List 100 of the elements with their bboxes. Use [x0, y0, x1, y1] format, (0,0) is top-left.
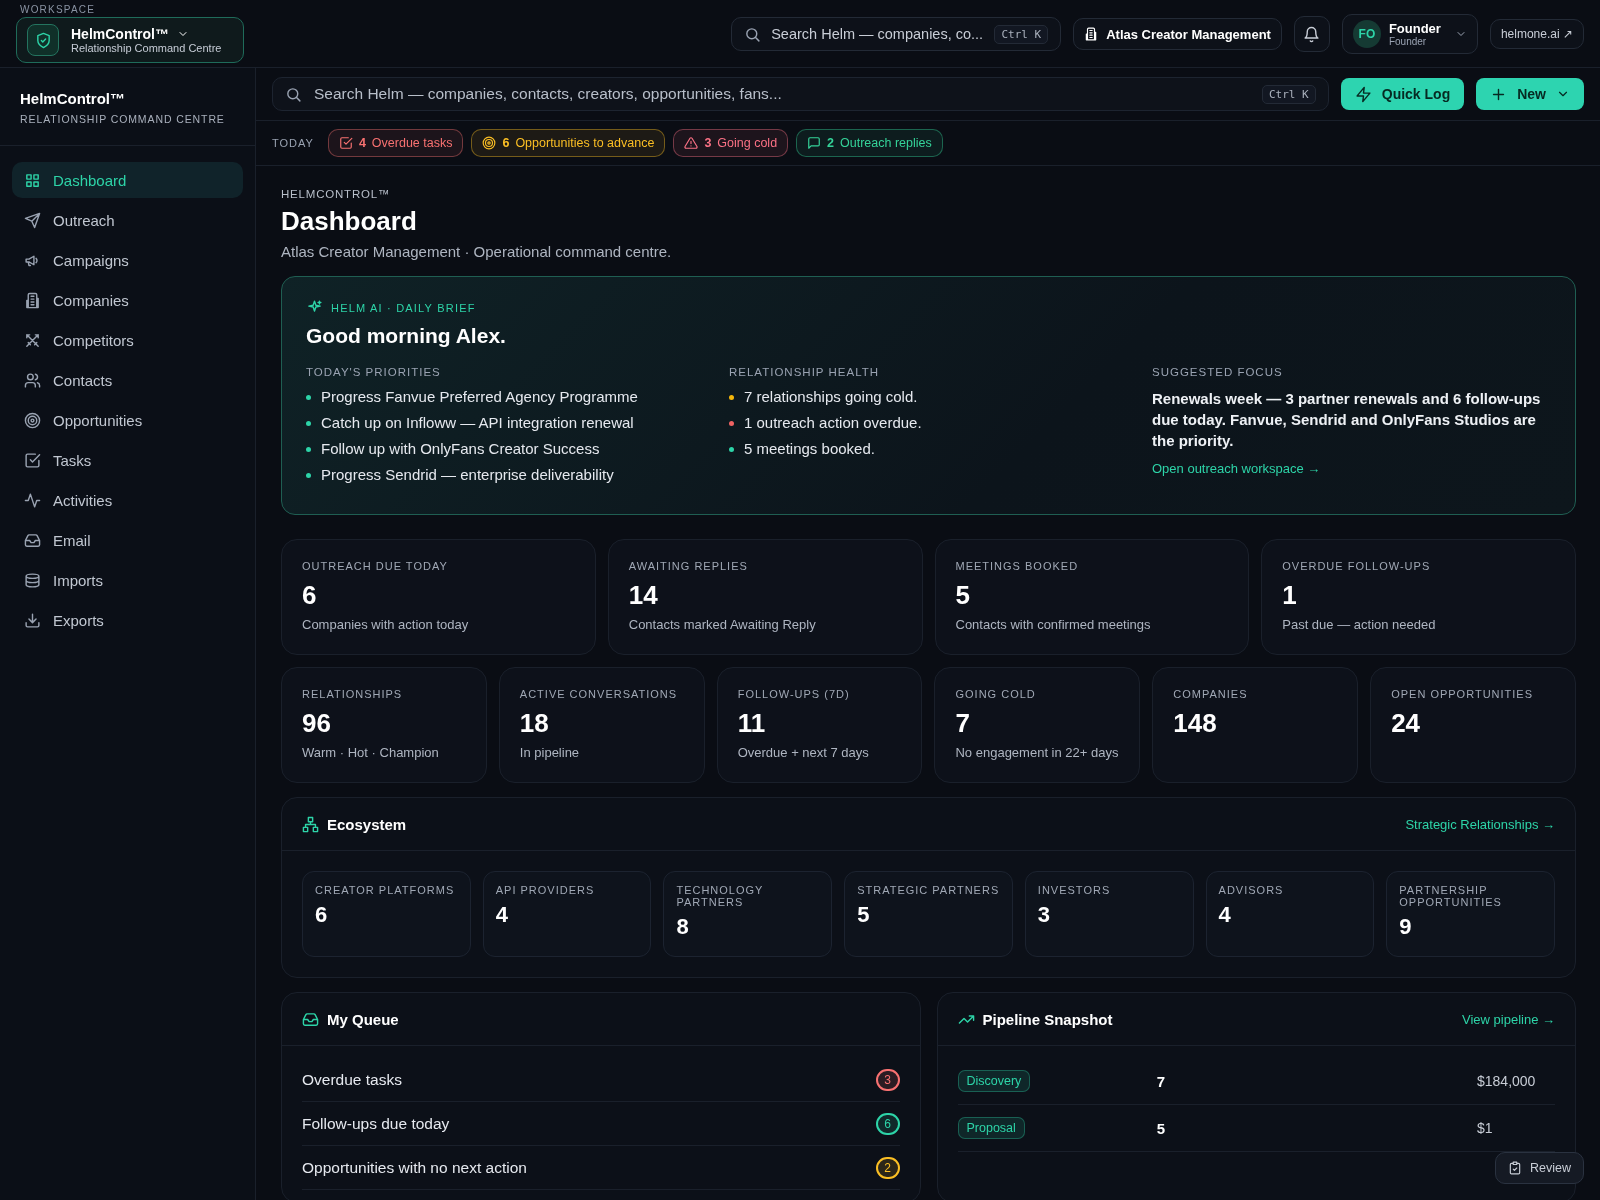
queue-item[interactable]: Overdue tasks [302, 1070, 402, 1089]
avatar: FO [1352, 20, 1381, 48]
priority-item: Follow up with OnlyFans Creator Success [321, 440, 600, 458]
health-item: 7 relationships going cold. [744, 388, 918, 406]
stat-value: 96 [302, 708, 332, 739]
user-role: Founder [1388, 36, 1428, 47]
bullet-icon [306, 394, 311, 400]
stat-note: Companies with action today [302, 617, 470, 632]
ecosystem-value: 5 [857, 902, 871, 928]
column-heading: SUGGESTED FOCUS [1152, 366, 1284, 378]
stat-value: 148 [1173, 708, 1218, 739]
sidebar-item[interactable]: Tasks [12, 442, 243, 478]
stat-value: 7 [955, 708, 971, 739]
new-button[interactable]: New [1476, 78, 1584, 110]
domain-link[interactable]: helmone.ai ↗ [1489, 19, 1584, 49]
clipboard-check-icon [1508, 1161, 1522, 1175]
breadcrumb: HELMCONTROL™ [281, 188, 392, 200]
ecosystem-value: 3 [1037, 902, 1052, 928]
organization-button[interactable]: Atlas Creator Management [1073, 18, 1282, 50]
stat-value: 5 [955, 580, 971, 611]
sidebar-item[interactable]: Outreach [12, 202, 243, 238]
pulse-icon [24, 491, 41, 509]
stat-note: In pipeline [519, 745, 581, 760]
shortcut-hint: Ctrl K [994, 24, 1049, 44]
quick-log-button[interactable]: Quick Log [1340, 78, 1465, 110]
brief-label: HELM AI · DAILY BRIEF [331, 301, 476, 314]
summary-chip[interactable]: 4 Overdue tasks [327, 129, 464, 157]
count-badge: 6 [875, 1112, 900, 1135]
search-field[interactable]: Search Helm — companies, co... [769, 25, 987, 43]
sidebar-item[interactable]: Email [12, 522, 243, 558]
count-badge: 2 [875, 1156, 900, 1179]
bullet-icon [306, 446, 311, 452]
building-icon [24, 291, 41, 309]
panel-title: Ecosystem [327, 815, 407, 833]
outreach-link[interactable]: Open outreach workspace → [1152, 461, 1321, 476]
stat-value: 14 [628, 580, 659, 611]
ecosystem-label: PARTNERSHIP OPPORTUNITIES [1399, 884, 1503, 908]
brand-title: HelmControl™ [20, 90, 126, 107]
stat-label: GOING COLD [955, 688, 1037, 700]
stage-count: 5 [1156, 1119, 1166, 1137]
people-icon [24, 371, 41, 389]
stat-label: COMPANIES [1173, 688, 1249, 700]
sidebar-item[interactable]: Exports [12, 602, 243, 638]
ecosystem-value: 8 [676, 914, 690, 940]
stat-value: 18 [519, 708, 550, 739]
strategic-relationships-link[interactable]: Strategic Relationships → [1405, 816, 1555, 832]
ecosystem-value: 4 [495, 902, 509, 928]
focus-text: Renewals week — 3 partner renewals and 6 follow-ups due today. Fanvue, Sendrid and OnlyFans Studios are the priority. [1152, 389, 1542, 451]
user-menu[interactable]: FO Founder Founder [1341, 14, 1478, 54]
search-bar[interactable]: Search Helm — companies, contacts, creators, opportunities, fans... Ctrl K [272, 77, 1329, 111]
paper-plane-icon [24, 211, 41, 229]
health-item: 1 outreach action overdue. [744, 414, 922, 432]
bullet-icon [306, 472, 311, 478]
sidebar-item[interactable]: Dashboard [12, 162, 243, 198]
shield-logo-icon [27, 24, 59, 56]
stage-tag: Proposal [957, 1117, 1025, 1139]
target-icon [482, 136, 497, 150]
checkbox-icon [24, 451, 41, 469]
lightning-icon [1354, 85, 1372, 103]
sidebar-item[interactable]: Campaigns [12, 242, 243, 278]
ecosystem-label: CREATOR PLATFORMS [315, 884, 456, 896]
sidebar-item[interactable]: Activities [12, 482, 243, 518]
sidebar-item[interactable]: Contacts [12, 362, 243, 398]
queue-item[interactable]: Opportunities with no next action [302, 1158, 527, 1177]
summary-chip[interactable]: 3 Going cold [673, 129, 789, 157]
stat-value: 24 [1391, 708, 1422, 739]
stat-note: Overdue + next 7 days [737, 745, 870, 760]
brand-subtitle: RELATIONSHIP COMMAND CENTRE [20, 113, 226, 125]
crossed-swords-icon [24, 331, 41, 349]
notifications-button[interactable] [1293, 16, 1330, 52]
sidebar-item[interactable]: Companies [12, 282, 243, 318]
stat-label: OVERDUE FOLLOW-UPS [1282, 560, 1432, 572]
queue-item[interactable]: Follow-ups due today [302, 1114, 450, 1133]
stat-note: Warm · Hot · Champion [302, 745, 440, 760]
bullet-icon [306, 420, 311, 426]
sidebar-item[interactable]: Imports [12, 562, 243, 598]
building-icon [1084, 27, 1099, 41]
stat-note: No engagement in 22+ days [955, 745, 1120, 760]
summary-chip[interactable]: 2 Outreach replies [796, 129, 943, 157]
stat-label: OPEN OPPORTUNITIES [1391, 688, 1535, 700]
workspace-label: WORKSPACE [20, 4, 97, 15]
network-icon [302, 815, 319, 833]
stat-label: AWAITING REPLIES [628, 560, 749, 572]
review-button[interactable]: Review [1495, 1152, 1584, 1184]
view-pipeline-link[interactable]: View pipeline → [1462, 1011, 1555, 1027]
dashboard-icon [24, 171, 41, 189]
chat-bubble-icon [807, 136, 822, 150]
sidebar-item[interactable]: Opportunities [12, 402, 243, 438]
stat-label: RELATIONSHIPS [302, 688, 404, 700]
workspace-switcher[interactable]: HelmControl™ Relationship Command Centre [16, 17, 244, 63]
stat-note: Contacts with confirmed meetings [955, 617, 1152, 632]
search-field[interactable]: Search Helm — companies, contacts, creators, opportunities, fans... [312, 84, 1252, 104]
stat-label: OUTREACH DUE TODAY [302, 560, 449, 572]
inbox-icon [302, 1010, 319, 1028]
summary-chip[interactable]: 6 Opportunities to advance [471, 129, 666, 157]
target-icon [24, 411, 41, 429]
priority-item: Progress Fanvue Preferred Agency Programme [321, 388, 638, 406]
search-bar[interactable]: Search Helm — companies, co... Ctrl K [731, 17, 1062, 51]
sidebar-item[interactable]: Competitors [12, 322, 243, 358]
stat-label: FOLLOW-UPS (7D) [737, 688, 851, 700]
